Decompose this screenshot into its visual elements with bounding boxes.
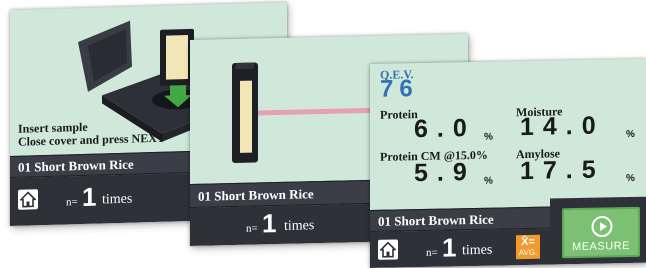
n-label: n=: [66, 196, 78, 209]
moisture-unit: %: [626, 128, 635, 141]
measure-label: MEASURE: [572, 240, 630, 254]
qev-value: 76: [380, 75, 419, 103]
average-label: AVG.: [518, 247, 538, 258]
amylose-unit: %: [626, 172, 635, 185]
times-label: times: [102, 191, 133, 208]
protein-label: Protein: [380, 107, 418, 122]
screen-results: Q.E.V. 76 Protein 6.0 % Moisture 14.0 % …: [370, 58, 646, 268]
sample-name: 01 Short Brown Rice: [378, 211, 494, 229]
n-value: 1: [442, 232, 457, 263]
amylose-value: 17.5: [520, 155, 605, 186]
measure-count-bar: n= 1 times X̄= AVG.: [370, 228, 550, 268]
n-value: 1: [262, 208, 277, 239]
average-button[interactable]: X̄= AVG.: [516, 234, 540, 260]
moisture-value: 14.0: [520, 111, 605, 142]
measure-button[interactable]: MEASURE: [562, 206, 640, 259]
n-label: n=: [426, 246, 438, 259]
sample-name: 01 Short Brown Rice: [198, 186, 314, 204]
times-label: times: [462, 242, 493, 259]
protein-unit: %: [484, 131, 493, 143]
protein-value: 6.0: [414, 113, 476, 144]
protein-cm-value: 5.9: [414, 157, 476, 188]
home-button[interactable]: [378, 239, 398, 260]
times-label: times: [284, 218, 315, 234]
n-value: 1: [82, 181, 97, 212]
home-icon: [380, 241, 396, 258]
sample-name: 01 Short Brown Rice: [18, 156, 134, 175]
n-label: n=: [246, 222, 258, 235]
protein-cm-unit: %: [484, 175, 493, 187]
home-icon: [20, 191, 36, 208]
play-circle-icon: [591, 216, 613, 238]
average-symbol: X̄=: [521, 235, 535, 249]
home-button[interactable]: [18, 189, 38, 210]
